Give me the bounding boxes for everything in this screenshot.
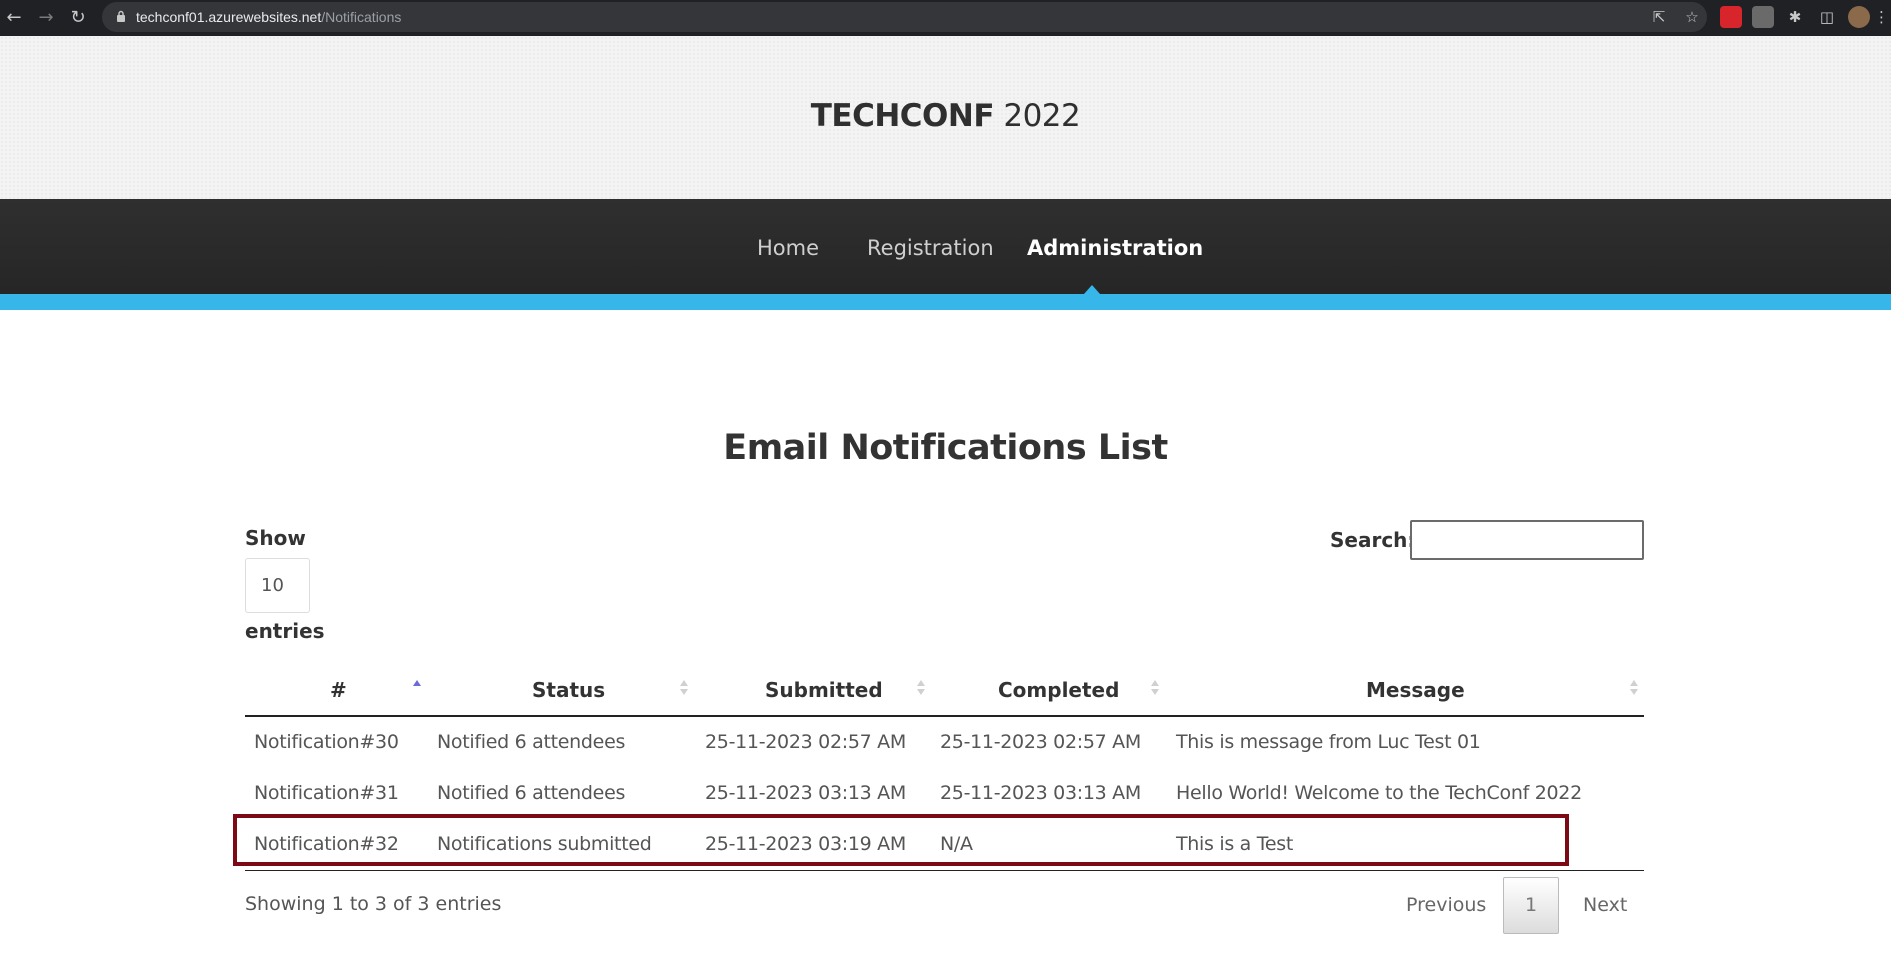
active-nav-indicator [1084,285,1100,294]
forward-arrow-icon[interactable]: → [34,6,58,30]
site-header: TECHCONF 2022 [0,36,1891,199]
pagination-previous[interactable]: Previous [1406,894,1486,916]
column-header-status[interactable]: Status [532,678,605,702]
sort-icon[interactable] [917,680,925,696]
entries-label: entries [245,619,325,643]
column-header-completed[interactable]: Completed [998,678,1119,702]
cell-message: This is message from Luc Test 01 [1176,731,1481,753]
pagination-page-current[interactable]: 1 [1503,877,1559,934]
back-arrow-icon[interactable]: ← [2,6,26,30]
table-row: Notification#31 Notified 6 attendees 25-… [245,768,1644,819]
column-header-submitted[interactable]: Submitted [765,678,883,702]
column-header-number[interactable]: # [330,678,347,702]
brand-name: TECHCONF [810,98,995,134]
cell-submitted: 25-11-2023 03:13 AM [705,782,906,804]
brand-year: 2022 [994,98,1081,134]
main-navigation: Home Registration Administration [0,199,1891,294]
row-highlight-box [233,814,1569,866]
extensions-puzzle-icon[interactable]: ✱ [1784,6,1806,28]
extension-red-icon[interactable] [1720,6,1742,28]
url-path: /Notifications [321,9,402,25]
url-host: techconf01.azurewebsites.net [136,9,322,25]
entries-length-select[interactable]: 10 [245,558,310,613]
browser-toolbar: ← → ↻ techconf01.azurewebsites.net/Notif… [0,0,1891,36]
nav-administration[interactable]: Administration [1027,236,1203,260]
nav-registration[interactable]: Registration [867,236,994,260]
cell-id: Notification#31 [254,782,399,804]
url-text: techconf01.azurewebsites.net/Notificatio… [136,2,401,32]
pagination-next[interactable]: Next [1583,894,1627,916]
address-bar[interactable]: techconf01.azurewebsites.net/Notificatio… [102,2,1707,32]
column-header-message[interactable]: Message [1366,678,1465,702]
sort-icon[interactable] [1151,680,1159,696]
cell-submitted: 25-11-2023 02:57 AM [705,731,906,753]
reload-icon[interactable]: ↻ [66,6,90,30]
table-info: Showing 1 to 3 of 3 entries [245,893,502,915]
cell-completed: 25-11-2023 02:57 AM [940,731,1141,753]
cell-status: Notified 6 attendees [437,782,626,804]
extension-gray-icon[interactable] [1752,6,1774,28]
search-label: Search: [1330,528,1416,552]
site-brand[interactable]: TECHCONF 2022 [0,98,1891,134]
accent-bar [0,294,1891,310]
share-icon[interactable]: ⇱ [1649,7,1669,27]
footer-rule [245,870,1644,871]
sort-icon[interactable] [1630,680,1638,696]
show-label: Show [245,526,306,550]
sort-icon[interactable] [680,680,688,696]
cell-completed: 25-11-2023 03:13 AM [940,782,1141,804]
cell-id: Notification#30 [254,731,399,753]
sort-asc-icon[interactable] [413,680,421,696]
table-row: Notification#30 Notified 6 attendees 25-… [245,717,1644,768]
profile-avatar-icon[interactable] [1848,6,1870,28]
side-panel-icon[interactable]: ◫ [1816,6,1838,28]
cell-status: Notified 6 attendees [437,731,626,753]
page-title: Email Notifications List [723,428,1168,468]
bookmark-star-icon[interactable]: ☆ [1682,7,1702,27]
cell-message: Hello World! Welcome to the TechConf 202… [1176,782,1582,804]
menu-kebab-icon[interactable]: ⋮ [1874,6,1889,28]
nav-home[interactable]: Home [757,236,819,260]
lock-icon [117,10,125,22]
search-input[interactable] [1410,520,1644,560]
